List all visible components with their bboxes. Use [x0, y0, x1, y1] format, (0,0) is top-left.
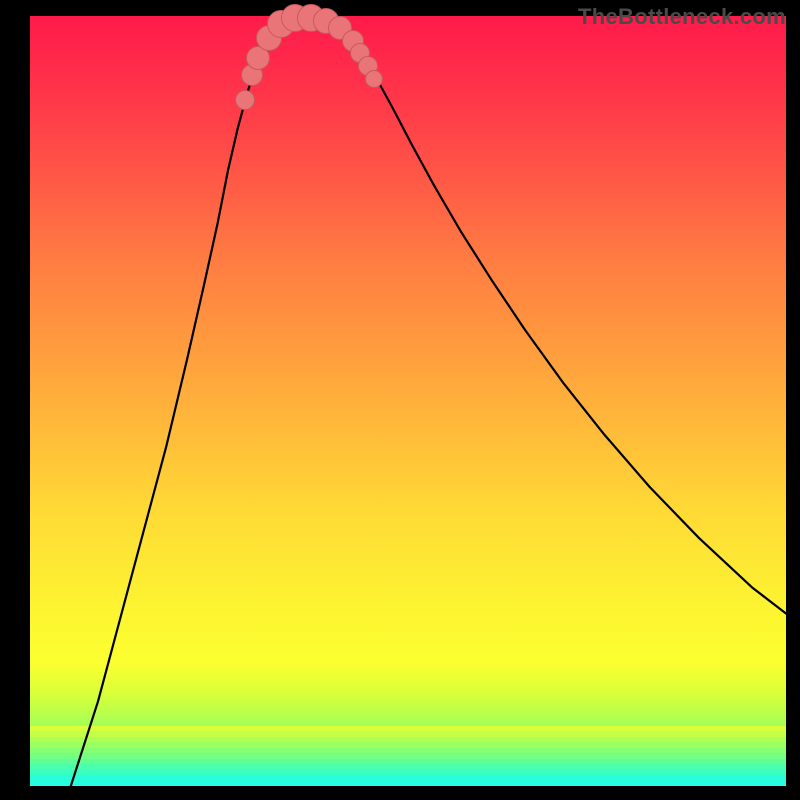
watermark-text: TheBottleneck.com [578, 4, 786, 30]
chart-stage: TheBottleneck.com [0, 0, 800, 800]
plot-area [30, 16, 786, 786]
dots-layer [30, 16, 786, 786]
data-dot [365, 70, 383, 88]
data-dot [235, 90, 255, 110]
